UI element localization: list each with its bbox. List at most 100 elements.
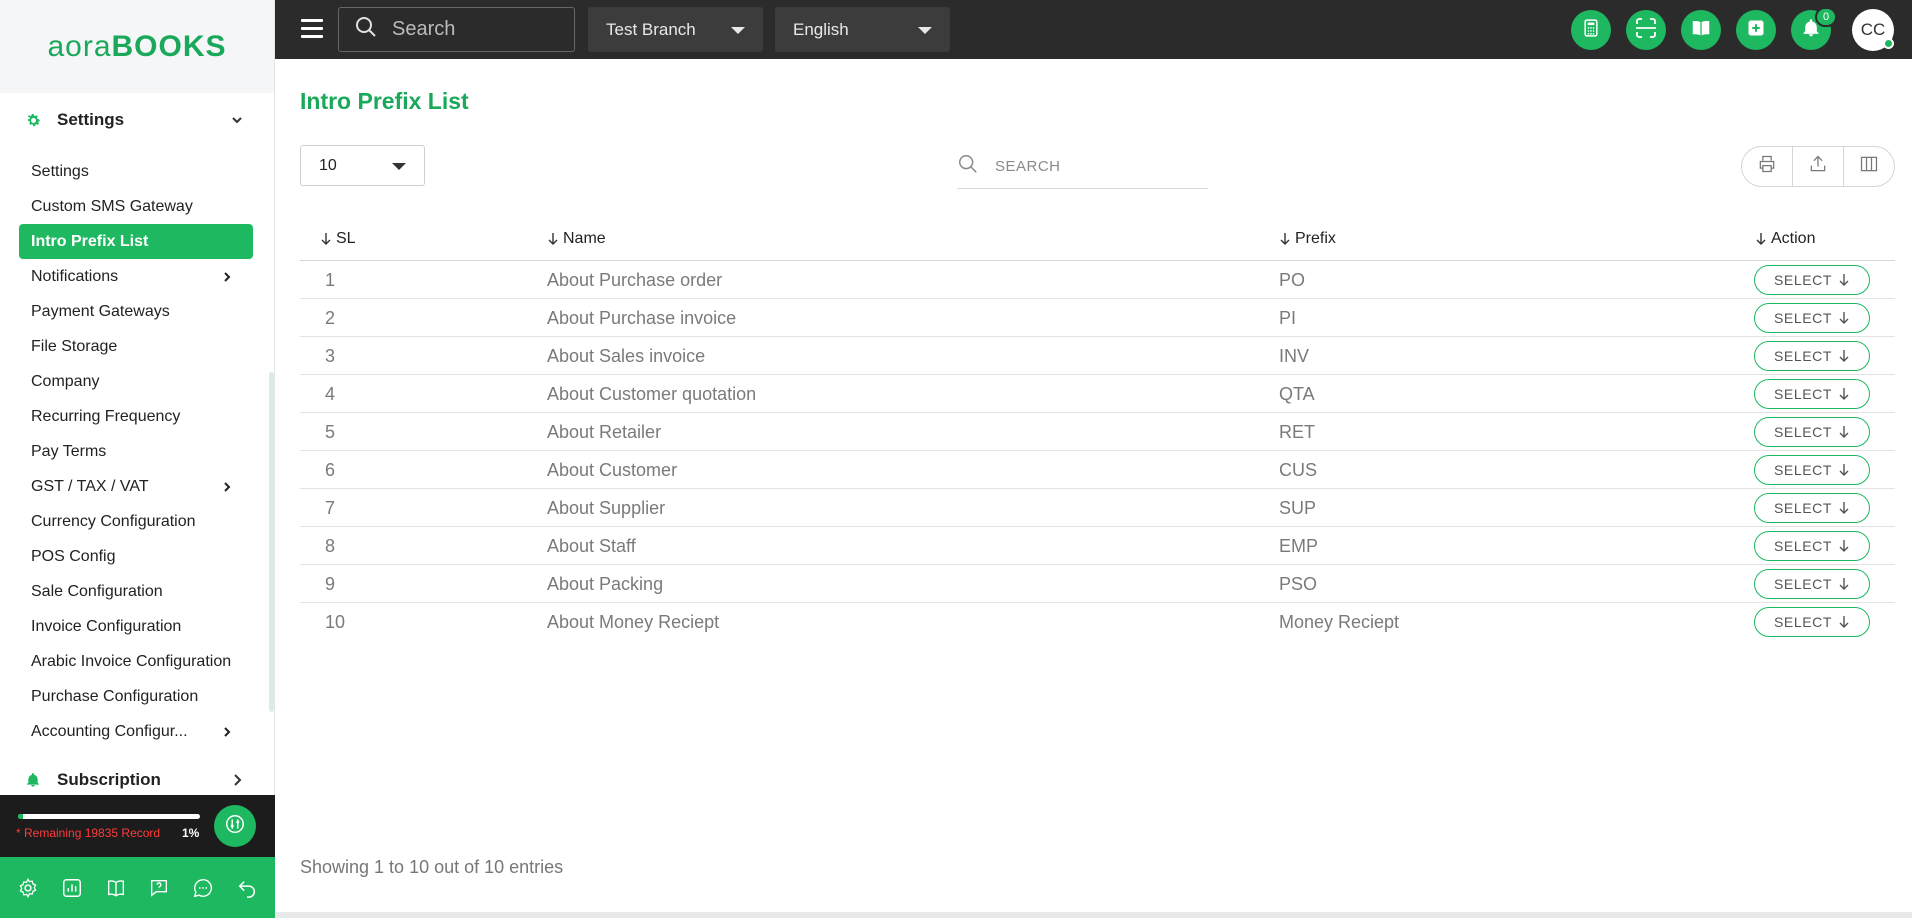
column-header-name[interactable]: Name <box>547 230 606 248</box>
sidebar-item-settings[interactable]: Settings <box>19 154 253 189</box>
cell-sl: 1 <box>325 270 336 290</box>
table-row: 6 About Customer CUS SELECT <box>300 451 1895 489</box>
select-button[interactable]: SELECT <box>1754 607 1870 637</box>
sidebar-item-label: Notifications <box>31 267 119 285</box>
sidebar-item-invoice-configuration[interactable]: Invoice Configuration <box>19 609 253 644</box>
cell-name: About Retailer <box>547 422 662 442</box>
export-button[interactable] <box>1793 147 1844 186</box>
cell-sl: 5 <box>325 422 336 442</box>
sidebar-item-company[interactable]: Company <box>19 364 253 399</box>
columns-button[interactable] <box>1844 147 1894 186</box>
cell-prefix: PO <box>1279 270 1306 290</box>
menu-toggle-icon[interactable] <box>301 19 323 39</box>
column-header-action[interactable]: Action <box>1755 230 1815 248</box>
sidebar-item-custom-sms-gateway[interactable]: Custom SMS Gateway <box>19 189 253 224</box>
branch-value: Test Branch <box>606 19 696 39</box>
table-search-input[interactable]: SEARCH <box>957 145 1208 189</box>
sidebar-item-label: Recurring Frequency <box>31 407 181 425</box>
sidebar-item-pos-config[interactable]: POS Config <box>19 539 253 574</box>
back-arrow-icon[interactable] <box>234 875 260 901</box>
language-value: English <box>793 19 849 39</box>
select-button[interactable]: SELECT <box>1754 417 1870 447</box>
upgrade-button[interactable] <box>214 805 256 847</box>
chat-icon[interactable] <box>190 875 216 901</box>
sidebar-item-pay-terms[interactable]: Pay Terms <box>19 434 253 469</box>
cell-name: About Staff <box>547 536 636 556</box>
gear-icon[interactable] <box>15 875 41 901</box>
cell-name: About Customer quotation <box>547 384 757 404</box>
notification-count-badge: 0 <box>1815 7 1837 27</box>
book-open-icon[interactable] <box>103 875 129 901</box>
logo-text: aoraBOOKS <box>47 30 226 64</box>
bottom-edge <box>275 912 1912 918</box>
sidebar-section-subscription[interactable]: Subscription <box>0 760 275 800</box>
arrow-down-icon <box>1839 578 1849 590</box>
sidebar-item-label: Company <box>31 372 100 390</box>
quota-progress-fill <box>18 814 24 819</box>
branch-select[interactable]: Test Branch <box>588 7 763 52</box>
sidebar-section-settings[interactable]: Settings <box>0 100 275 140</box>
page-size-select[interactable]: 10 <box>300 145 425 186</box>
sidebar-item-notifications[interactable]: Notifications <box>19 259 253 294</box>
book-icon <box>1690 17 1712 44</box>
select-button[interactable]: SELECT <box>1754 493 1870 523</box>
arrow-down-icon <box>1839 350 1849 362</box>
cell-sl: 2 <box>325 308 336 328</box>
select-button[interactable]: SELECT <box>1754 303 1870 333</box>
sidebar-item-label: File Storage <box>31 337 118 355</box>
sidebar-item-arabic-invoice-configuration[interactable]: Arabic Invoice Configuration <box>19 644 253 679</box>
book-button[interactable] <box>1681 10 1721 50</box>
search-placeholder: Search <box>392 18 456 40</box>
page-size-value: 10 <box>319 156 337 174</box>
scan-button[interactable] <box>1626 10 1666 50</box>
sidebar-item-label: Invoice Configuration <box>31 617 182 635</box>
sidebar-item-purchase-configuration[interactable]: Purchase Configuration <box>19 679 253 714</box>
select-button-label: SELECT <box>1773 386 1833 402</box>
calculator-button[interactable] <box>1571 10 1611 50</box>
table-row: 7 About Supplier SUP SELECT <box>300 489 1895 527</box>
cell-name: About Supplier <box>547 498 666 518</box>
logo[interactable]: aoraBOOKS <box>0 0 274 93</box>
help-icon[interactable] <box>146 875 172 901</box>
language-select[interactable]: English <box>775 7 950 52</box>
sidebar-bottom-toolbar <box>0 857 275 918</box>
select-button[interactable]: SELECT <box>1754 379 1870 409</box>
arrow-down-icon <box>1839 616 1849 628</box>
select-button[interactable]: SELECT <box>1754 265 1870 295</box>
sliders-icon <box>224 813 246 840</box>
avatar-initials: CC <box>1860 20 1886 39</box>
column-header-label: Prefix <box>1295 230 1336 247</box>
select-button[interactable]: SELECT <box>1754 455 1870 485</box>
sidebar-item-recurring-frequency[interactable]: Recurring Frequency <box>19 399 253 434</box>
chart-icon[interactable] <box>59 875 85 901</box>
sidebar-scrollbar[interactable] <box>269 372 274 712</box>
sidebar-item-currency-configuration[interactable]: Currency Configuration <box>19 504 253 539</box>
sidebar-item-payment-gateways[interactable]: Payment Gateways <box>19 294 253 329</box>
sidebar-item-label: Settings <box>31 162 89 180</box>
sidebar-item-file-storage[interactable]: File Storage <box>19 329 253 364</box>
sidebar-item-accounting-configuration[interactable]: Accounting Configur... <box>19 714 253 749</box>
table-row: 4 About Customer quotation QTA SELECT <box>300 375 1895 413</box>
add-new-button[interactable] <box>1736 10 1776 50</box>
cell-sl: 4 <box>325 384 336 404</box>
column-header-label: SL <box>336 230 356 247</box>
sidebar-item-sale-configuration[interactable]: Sale Configuration <box>19 574 253 609</box>
sidebar-item-label: Purchase Configuration <box>31 687 199 705</box>
caret-down-icon <box>392 163 406 170</box>
search-icon <box>957 153 979 180</box>
sidebar-item-intro-prefix-list[interactable]: Intro Prefix List <box>19 224 253 259</box>
global-search-input[interactable]: Search <box>338 7 575 52</box>
select-button[interactable]: SELECT <box>1754 531 1870 561</box>
select-button[interactable]: SELECT <box>1754 569 1870 599</box>
sidebar-item-gst-tax-vat[interactable]: GST / TAX / VAT <box>19 469 253 504</box>
user-avatar[interactable]: CC <box>1852 9 1894 51</box>
select-button[interactable]: SELECT <box>1754 341 1870 371</box>
column-header-sl[interactable]: SL <box>320 230 356 248</box>
print-button[interactable] <box>1742 147 1793 186</box>
column-header-prefix[interactable]: Prefix <box>1279 230 1336 248</box>
calculator-icon <box>1581 18 1601 43</box>
chevron-right-icon <box>229 772 245 788</box>
select-button-label: SELECT <box>1773 614 1833 630</box>
cell-prefix: PI <box>1279 308 1297 328</box>
arrow-down-icon <box>1839 426 1849 438</box>
